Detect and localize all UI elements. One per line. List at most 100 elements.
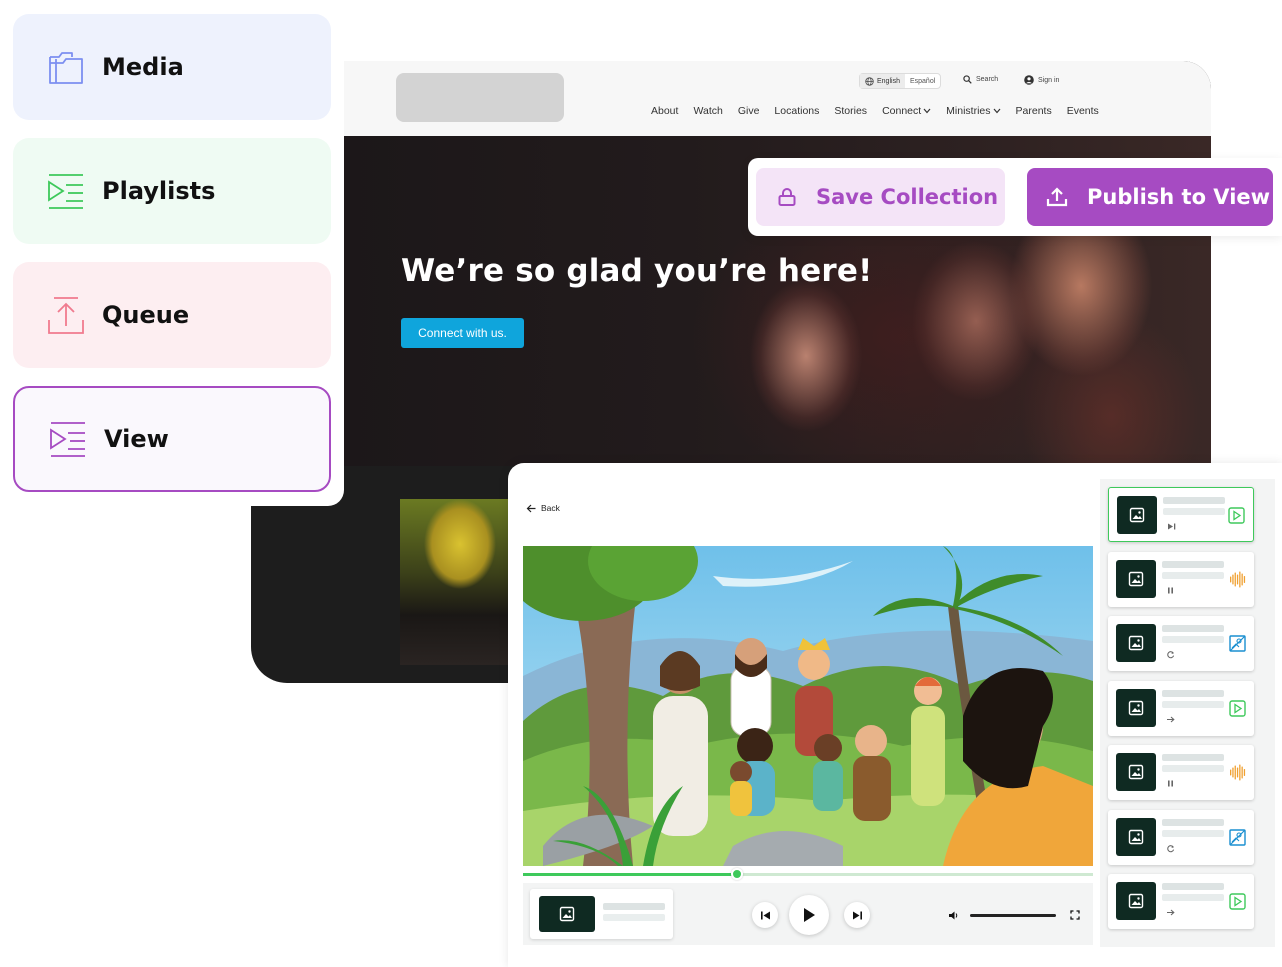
queue-item-thumbnail bbox=[1116, 882, 1156, 920]
nav-card-queue-label: Queue bbox=[102, 301, 190, 329]
image-icon bbox=[1128, 571, 1144, 586]
queue-item[interactable] bbox=[1108, 487, 1254, 542]
pause-icon[interactable] bbox=[1166, 586, 1175, 595]
nav-card-playlists[interactable]: Playlists bbox=[13, 138, 331, 244]
video-type-icon bbox=[1228, 507, 1245, 524]
nav-card-view-label: View bbox=[104, 425, 169, 453]
queue-item-subtitle-placeholder bbox=[1162, 636, 1224, 643]
save-collection-button[interactable]: Save Collection bbox=[756, 168, 1005, 226]
audio-type-icon bbox=[1230, 571, 1246, 587]
playback-progress[interactable] bbox=[523, 868, 1093, 880]
upload-icon bbox=[48, 297, 84, 334]
next-icon[interactable] bbox=[1166, 715, 1175, 724]
video-illustration bbox=[523, 546, 1093, 866]
pause-icon[interactable] bbox=[1166, 779, 1175, 788]
nav-card-queue[interactable]: Queue bbox=[13, 262, 331, 368]
connect-button[interactable]: Connect with us. bbox=[401, 318, 524, 348]
play-button[interactable] bbox=[789, 895, 829, 935]
queue-item-title-placeholder bbox=[1162, 560, 1224, 568]
nav-connect-label: Connect bbox=[882, 105, 922, 117]
language-switcher[interactable]: English Español bbox=[859, 73, 942, 89]
next-button[interactable] bbox=[844, 902, 870, 928]
player-controls bbox=[523, 883, 1093, 945]
queue-item-thumbnail bbox=[1116, 817, 1156, 856]
now-playing-thumbnail bbox=[539, 896, 595, 932]
image-icon bbox=[1129, 507, 1145, 523]
playlist-icon bbox=[50, 422, 85, 457]
image-icon bbox=[1128, 700, 1144, 715]
queue-item-subtitle-placeholder bbox=[1162, 894, 1224, 901]
queue-item-thumbnail bbox=[1116, 753, 1156, 791]
back-link[interactable]: Back bbox=[526, 503, 560, 513]
queue-item[interactable] bbox=[1108, 874, 1254, 929]
site-search[interactable]: Search bbox=[963, 75, 998, 84]
playback-progress-fill bbox=[523, 873, 738, 876]
image-type-icon bbox=[1229, 828, 1246, 846]
chevron-down-icon bbox=[993, 108, 1000, 114]
globe-icon bbox=[865, 76, 874, 86]
queue-item-title-placeholder bbox=[1162, 818, 1224, 826]
queue-item-thumbnail bbox=[1116, 624, 1156, 662]
nav-events[interactable]: Events bbox=[1067, 105, 1099, 117]
nav-stories[interactable]: Stories bbox=[834, 105, 867, 117]
nav-connect[interactable]: Connect bbox=[882, 105, 931, 117]
loop-icon[interactable] bbox=[1166, 844, 1175, 853]
skip-previous-icon bbox=[760, 911, 770, 919]
lang-english-label: English bbox=[877, 77, 900, 85]
search-label: Search bbox=[976, 76, 999, 83]
loop-icon[interactable] bbox=[1166, 650, 1175, 659]
nav-locations[interactable]: Locations bbox=[774, 105, 819, 117]
publish-to-view-button[interactable]: Publish to View bbox=[1027, 168, 1273, 226]
queue-item[interactable] bbox=[1108, 551, 1254, 607]
site-header: English Español Search Sign in About Wat… bbox=[251, 61, 1211, 136]
image-icon bbox=[1128, 893, 1144, 909]
back-label: Back bbox=[541, 503, 560, 513]
image-type-icon bbox=[1229, 635, 1246, 652]
publish-to-view-label: Publish to View bbox=[1087, 185, 1271, 209]
site-signin[interactable]: Sign in bbox=[1024, 75, 1059, 85]
hero-title: We’re so glad you’re here! bbox=[401, 253, 873, 289]
site-logo-placeholder bbox=[396, 73, 564, 122]
video-type-icon bbox=[1229, 893, 1246, 910]
nav-give[interactable]: Give bbox=[738, 105, 760, 117]
nav-about[interactable]: About bbox=[651, 105, 678, 117]
search-icon bbox=[963, 75, 972, 84]
lang-english[interactable]: English bbox=[860, 74, 905, 88]
volume-icon[interactable] bbox=[948, 910, 959, 921]
queue-item[interactable] bbox=[1108, 745, 1254, 800]
image-icon bbox=[1128, 635, 1144, 651]
volume-slider[interactable] bbox=[970, 914, 1056, 917]
save-collection-label: Save Collection bbox=[816, 185, 999, 209]
queue-item-subtitle-placeholder bbox=[1162, 765, 1224, 772]
queue-item[interactable] bbox=[1108, 616, 1254, 671]
queue-item-title-placeholder bbox=[1162, 754, 1224, 761]
queue-item[interactable] bbox=[1108, 809, 1254, 865]
nav-watch[interactable]: Watch bbox=[693, 105, 722, 117]
nav-card-view[interactable]: View bbox=[13, 386, 331, 492]
stage-photo bbox=[400, 499, 510, 665]
lang-spanish[interactable]: Español bbox=[905, 74, 940, 88]
next-icon[interactable] bbox=[1166, 908, 1175, 917]
user-icon bbox=[1024, 75, 1034, 85]
section-nav: Media Playlists Queue View bbox=[0, 0, 344, 506]
nav-card-playlists-label: Playlists bbox=[102, 177, 216, 205]
nav-parents[interactable]: Parents bbox=[1016, 105, 1052, 117]
nav-card-media[interactable]: Media bbox=[13, 14, 331, 120]
queue-item-title-placeholder bbox=[1163, 497, 1225, 504]
folder-icon bbox=[49, 52, 83, 84]
playback-scrubber[interactable] bbox=[731, 868, 744, 880]
collection-action-bar: Save Collection Publish to View bbox=[748, 158, 1282, 236]
video-frame[interactable] bbox=[523, 546, 1093, 866]
queue-item-subtitle-placeholder bbox=[1162, 829, 1224, 837]
fullscreen-icon[interactable] bbox=[1070, 910, 1080, 920]
queue-item-thumbnail bbox=[1116, 559, 1156, 598]
lock-icon bbox=[778, 188, 796, 206]
skip-next-icon[interactable] bbox=[1167, 522, 1176, 531]
queue-item-title-placeholder bbox=[1162, 883, 1224, 890]
queue-item-thumbnail bbox=[1116, 688, 1156, 727]
queue-item[interactable] bbox=[1108, 680, 1254, 736]
site-nav: About Watch Give Locations Stories Conne… bbox=[651, 105, 1099, 117]
image-icon bbox=[559, 906, 575, 922]
previous-button[interactable] bbox=[752, 902, 778, 928]
nav-ministries[interactable]: Ministries bbox=[946, 105, 1000, 117]
